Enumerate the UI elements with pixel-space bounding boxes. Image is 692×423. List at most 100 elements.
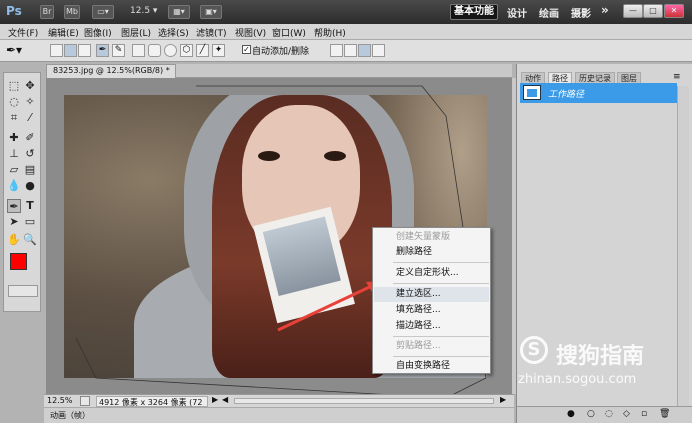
path-thumbnail [523,85,541,100]
arrange-documents-button[interactable]: ▦▾ [168,5,190,19]
close-button[interactable]: ✕ [664,4,684,18]
context-menu: 创建矢量蒙版 删除路径 定义自定形状... 建立选区... 填充路径... 描边… [372,227,491,374]
menu-item-fill-path[interactable]: 填充路径... [374,303,489,318]
status-info-icon[interactable] [80,396,90,406]
delete-path-icon[interactable]: 🗑 [659,409,670,419]
auto-add-delete-label: 自动添加/删除 [252,47,310,57]
healing-brush-icon[interactable]: ✚ [7,131,21,145]
pen-tool-preset-icon[interactable]: ✒▾ [6,43,22,57]
zoom-level-control[interactable]: 12.5 ▾ [130,6,157,16]
options-bar: ✒▾ ✒ ✎ ⬡ ╱ ✦ ✓ 自动添加/删除 [0,40,692,62]
dodge-tool-icon[interactable]: ● [23,179,37,193]
app-bar: Ps Br Mb ▭▾ 12.5 ▾ ▦▾ ▣▾ 基本功能 设计 绘画 摄影 »… [0,0,692,24]
crop-tool-icon[interactable]: ⌗ [7,111,21,125]
shape-tool-icon[interactable]: ▭ [23,215,37,229]
menu-item-free-transform-path[interactable]: 自由变换路径 [374,359,489,374]
ellipse-icon[interactable] [164,44,177,57]
hand-tool-icon[interactable]: ✋ [7,233,21,247]
status-bar: 12.5% 4912 像素 x 3264 像素 (72 ppi) ▶ ◀ ▶ [44,394,514,417]
path-row-work-path[interactable]: 工作路径 [520,83,677,103]
quick-mask-button[interactable] [8,285,38,297]
marquee-tool-icon[interactable]: ⬚ [7,79,21,93]
menu-view[interactable]: 视图(V) [235,26,266,39]
menu-item-define-custom-shape[interactable]: 定义自定形状... [374,266,489,281]
add-to-path-icon[interactable] [330,44,343,57]
move-tool-icon[interactable]: ✥ [23,79,37,93]
eraser-tool-icon[interactable]: ▱ [7,163,21,177]
make-work-path-icon[interactable]: ◇ [623,409,630,419]
photoshop-logo: Ps [6,4,22,18]
fill-path-icon[interactable]: ● [567,409,575,419]
rectangle-icon[interactable] [132,44,145,57]
brush-tool-icon[interactable]: ✐ [23,131,37,145]
workspace-essentials-button[interactable]: 基本功能 [450,4,498,20]
menu-edit[interactable]: 编辑(E) [48,26,79,39]
paths-mode-icon[interactable] [64,44,77,57]
bridge-button[interactable]: Br [40,5,54,19]
auto-add-delete-checkbox[interactable]: ✓ [242,45,251,54]
horizontal-scrollbar[interactable] [234,398,494,404]
status-menu-arrow-icon[interactable]: ▶ [212,395,218,404]
rounded-rectangle-icon[interactable] [148,44,161,57]
path-selection-icon[interactable]: ➤ [7,215,21,229]
animation-panel-bar: 动画（帧） [44,407,514,423]
sogou-logo-icon: S [520,336,548,364]
mini-bridge-button[interactable]: Mb [64,5,80,19]
line-icon[interactable]: ╱ [196,44,209,57]
more-workspaces-icon[interactable]: » [601,3,609,17]
panel-menu-icon[interactable]: ≡ [673,72,681,82]
left-eye [258,151,280,161]
menu-item-create-vector-mask: 创建矢量蒙版 [396,232,451,242]
document-title: 83253.jpg @ 12.5%(RGB/8) * [53,66,170,75]
menu-select[interactable]: 选择(S) [158,26,189,39]
menu-item-stroke-path[interactable]: 描边路径... [374,319,489,334]
polygon-icon[interactable]: ⬡ [180,44,193,57]
document-tab[interactable]: 83253.jpg @ 12.5%(RGB/8) * × [46,64,176,87]
minimize-button[interactable]: — [623,4,643,18]
pen-tool-icon[interactable]: ✒ [7,199,21,213]
maximize-button[interactable]: □ [643,4,663,18]
shape-layers-icon[interactable] [50,44,63,57]
workspace-photography[interactable]: 摄影 [571,5,591,20]
foreground-color-swatch[interactable] [10,253,27,270]
freeform-pen-icon[interactable]: ✎ [112,44,125,57]
fill-pixels-icon[interactable] [78,44,91,57]
view-extras-button[interactable]: ▭▾ [92,5,114,19]
type-tool-icon[interactable]: T [23,199,37,213]
stroke-path-icon[interactable]: ○ [587,409,595,419]
menu-item-delete-path[interactable]: 删除路径 [374,245,489,260]
zoom-level-value: 12.5 [130,6,151,16]
zoom-percentage[interactable]: 12.5% [47,396,72,405]
clone-stamp-icon[interactable]: ⊥ [7,147,21,161]
new-path-icon[interactable]: ▫ [641,409,647,419]
intersect-path-icon[interactable] [358,44,371,57]
load-selection-icon[interactable]: ◌ [605,409,613,419]
menu-item-make-selection[interactable]: 建立选区... [374,287,489,302]
exclude-path-icon[interactable] [372,44,385,57]
scroll-right-icon[interactable]: ▶ [500,395,506,404]
history-brush-icon[interactable]: ↺ [23,147,37,161]
menu-help[interactable]: 帮助(H) [314,26,346,39]
scroll-left-icon[interactable]: ◀ [222,395,228,404]
menu-window[interactable]: 窗口(W) [272,26,306,39]
quick-selection-tool-icon[interactable]: ✧ [23,95,37,109]
workspace-design[interactable]: 设计 [507,5,527,20]
animation-tab[interactable]: 动画（帧） [50,410,90,421]
menu-filter[interactable]: 滤镜(T) [196,26,227,39]
pen-icon[interactable]: ✒ [96,44,109,57]
lasso-tool-icon[interactable]: ◌ [7,95,21,109]
menu-layer[interactable]: 图层(L) [121,26,151,39]
eyedropper-tool-icon[interactable]: ⁄ [23,111,37,125]
menu-file[interactable]: 文件(F) [8,26,38,39]
menu-image[interactable]: 图像(I) [84,26,112,39]
zoom-tool-icon[interactable]: 🔍 [23,233,37,247]
custom-shape-icon[interactable]: ✦ [212,44,225,57]
blur-tool-icon[interactable]: 💧 [7,179,21,193]
gradient-tool-icon[interactable]: ▤ [23,163,37,177]
workspace-painting[interactable]: 绘画 [539,5,559,20]
subtract-path-icon[interactable] [344,44,357,57]
path-name: 工作路径 [548,90,585,100]
watermark-url: zhinan.sogou.com [518,372,637,387]
screen-mode-button[interactable]: ▣▾ [200,5,222,19]
document-size-info: 4912 像素 x 3264 像素 (72 ppi) [96,396,208,417]
